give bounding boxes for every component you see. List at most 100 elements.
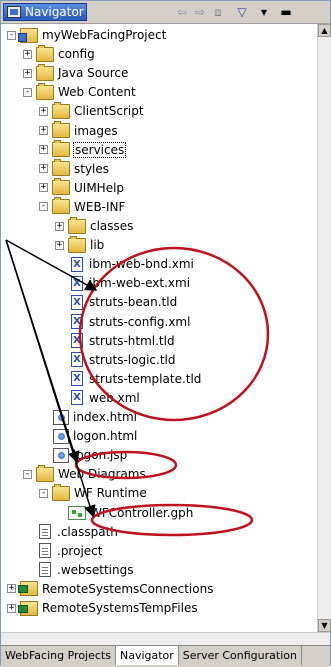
navigator-view: Navigator ⇦ ⇨ ⧈ ▽ ▾ ▬ - myWebFacingProjec… — [0, 0, 331, 667]
tree-item[interactable]: + RemoteSystemsConnections — [7, 580, 213, 598]
expand-icon[interactable]: + — [7, 603, 16, 613]
tree-item[interactable]: + Java Source — [23, 63, 129, 82]
view-title: Navigator — [25, 5, 84, 19]
collapse-icon[interactable]: - — [23, 87, 32, 97]
tree-item[interactable]: logon.html — [39, 427, 137, 445]
up-icon[interactable]: ⧈ — [209, 4, 227, 20]
expand-icon[interactable]: + — [39, 145, 48, 155]
tree-item[interactable]: Xstruts-logic.tld — [55, 351, 175, 369]
filter-icon[interactable]: ▽ — [233, 4, 251, 20]
collapse-icon[interactable]: - — [39, 202, 48, 212]
tree-item[interactable]: Xibm-web-ext.xmi — [55, 274, 190, 292]
folder-icon — [36, 82, 54, 100]
tree-item[interactable]: - WEB-INF — [39, 197, 125, 216]
tree-item[interactable]: logon.jsp — [39, 446, 127, 464]
xml-file-icon: X — [71, 314, 83, 329]
tree-item-label: struts-bean.tld — [89, 295, 178, 310]
folder-icon — [52, 178, 70, 196]
tree-item[interactable]: index.html — [39, 408, 137, 426]
scroll-down-icon[interactable]: ▼ — [318, 619, 331, 632]
scroll-up-icon[interactable]: ▲ — [318, 24, 331, 37]
tree-item-label: .classpath — [57, 524, 118, 539]
tree-item[interactable]: WFController.gph — [55, 504, 193, 522]
tree-item[interactable]: + config — [23, 44, 95, 63]
tree-item[interactable]: - myWebFacingProject — [7, 26, 166, 44]
folder-icon — [36, 464, 54, 482]
tree-item[interactable]: Xstruts-html.tld — [55, 332, 175, 350]
expand-icon[interactable]: + — [39, 106, 48, 116]
expand-icon[interactable]: + — [23, 49, 32, 59]
tree-item[interactable]: Xstruts-config.xml — [55, 313, 190, 331]
tree-item[interactable]: + styles — [39, 159, 110, 178]
tree-item[interactable]: .websettings — [23, 561, 133, 579]
forward-icon[interactable]: ⇨ — [191, 4, 209, 20]
xml-file-icon: X — [71, 352, 83, 368]
tree-item-label: logon.jsp — [73, 448, 128, 463]
view-menu-icon[interactable]: ▾ — [255, 4, 273, 20]
folder-icon — [52, 483, 70, 501]
collapse-icon[interactable]: - — [7, 30, 16, 40]
tree-item[interactable]: - Web Diagrams — [23, 464, 146, 483]
file-icon — [39, 543, 51, 559]
resource-tree: - myWebFacingProject + config + Java Source - W… — [1, 24, 317, 632]
tree-item[interactable]: Xibm-web-bnd.xmi — [55, 255, 194, 273]
tab-webfacing-projects[interactable]: WebFacing Projects — [1, 646, 116, 665]
expand-icon[interactable]: + — [39, 183, 48, 193]
tab-server-configuration[interactable]: Server Configuration — [178, 646, 302, 665]
tree-item-label: lib — [90, 238, 105, 253]
tree-item[interactable]: .project — [23, 542, 102, 560]
html-file-icon — [53, 409, 69, 425]
tree-item-label: struts-logic.tld — [89, 352, 176, 367]
tree-item[interactable]: + ClientScript — [39, 101, 144, 120]
tree-item-label: Java Source — [58, 66, 129, 81]
tree-item[interactable]: Xstruts-template.tld — [55, 370, 201, 388]
view-title-bar: Navigator ⇦ ⇨ ⧈ ▽ ▾ ▬ — [1, 1, 330, 24]
expand-icon[interactable]: + — [55, 221, 64, 231]
diagram-file-icon — [68, 505, 86, 520]
tree-item-label: ClientScript — [74, 104, 144, 119]
file-icon — [39, 562, 51, 578]
tree-item-label: styles — [74, 161, 110, 176]
expand-icon[interactable]: + — [39, 164, 48, 174]
tree-item-label: .websettings — [57, 562, 134, 577]
vertical-scrollbar[interactable]: ▲ ▼ — [317, 24, 331, 632]
tree-item[interactable]: Xstruts-bean.tld — [55, 293, 177, 311]
tree-item-label: .project — [57, 543, 103, 558]
xml-file-icon: X — [71, 371, 83, 387]
tree-item[interactable]: - WF Runtime — [39, 483, 147, 502]
tree-item-label: struts-html.tld — [89, 333, 175, 348]
minimize-icon[interactable]: ▬ — [277, 4, 295, 20]
expand-icon[interactable]: + — [23, 68, 32, 78]
tree-item[interactable]: + lib — [55, 235, 105, 254]
tree-item[interactable]: + RemoteSystemsTempFiles — [7, 599, 198, 617]
file-icon — [39, 524, 51, 540]
tree-item-label: WF Runtime — [74, 486, 147, 501]
tree-item[interactable]: + images — [39, 121, 118, 140]
tree-item-label: struts-config.xml — [89, 314, 191, 329]
tab-navigator[interactable]: Navigator — [115, 646, 179, 665]
folder-icon — [36, 63, 54, 81]
folder-icon — [52, 140, 70, 158]
tree-item[interactable]: + UIMHelp — [39, 178, 125, 197]
navigator-tab-header[interactable]: Navigator — [3, 3, 87, 21]
tree-item[interactable]: + classes — [55, 216, 133, 235]
tree-item-label: ibm-web-ext.xmi — [89, 276, 191, 291]
tree-item-label: UIMHelp — [74, 180, 125, 195]
back-icon[interactable]: ⇦ — [173, 4, 191, 20]
collapse-icon[interactable]: - — [39, 488, 48, 498]
expand-icon[interactable]: + — [39, 126, 48, 135]
tree-item-label: config — [58, 47, 95, 62]
xml-file-icon: X — [71, 275, 83, 291]
horizontal-scrollbar[interactable] — [1, 632, 330, 646]
tree-item-label: RemoteSystemsConnections — [42, 581, 214, 596]
tree-item[interactable]: .classpath — [23, 523, 118, 541]
tree-item[interactable]: Xweb.xml — [55, 389, 140, 407]
tree-item[interactable]: - Web Content — [23, 82, 136, 101]
html-file-icon — [53, 447, 69, 463]
expand-icon[interactable]: + — [55, 240, 64, 250]
xml-file-icon: X — [71, 256, 83, 272]
expand-icon[interactable]: + — [7, 584, 16, 594]
tree-item[interactable]: + services — [39, 140, 127, 159]
xml-file-icon: X — [71, 333, 83, 349]
collapse-icon[interactable]: - — [23, 469, 32, 479]
